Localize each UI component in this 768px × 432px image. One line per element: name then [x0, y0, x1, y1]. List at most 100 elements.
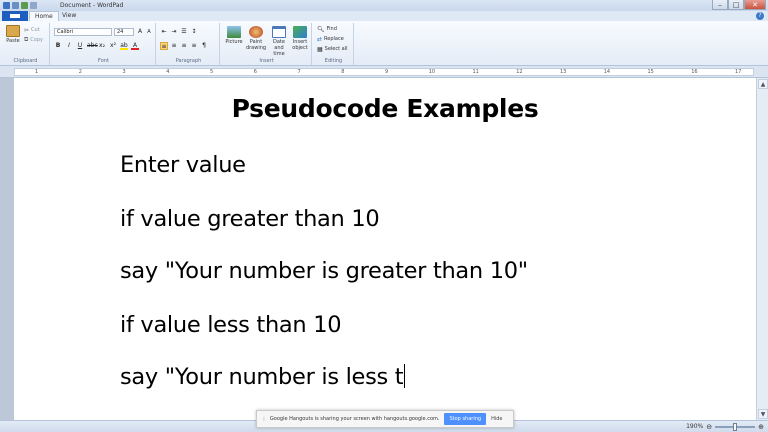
- calendar-icon: [272, 26, 286, 38]
- scroll-down-icon[interactable]: ▼: [758, 409, 768, 419]
- ruler-tick: 13: [560, 69, 567, 75]
- document-area: Pseudocode Examples Enter value if value…: [0, 78, 768, 420]
- find-button[interactable]: 🔍︎ Find: [317, 25, 337, 33]
- italic-button[interactable]: I: [65, 42, 73, 50]
- ruler-tick: 1: [35, 69, 39, 75]
- insert-group-label: Insert: [259, 58, 274, 64]
- document-line: if value greater than 10: [120, 206, 380, 232]
- picture-icon: [227, 26, 241, 38]
- document-heading: Pseudocode Examples: [231, 94, 539, 123]
- select-all-label: Select all: [324, 46, 348, 52]
- picture-button[interactable]: Picture: [224, 26, 244, 45]
- grow-font-icon[interactable]: A: [136, 28, 144, 36]
- ruler-tick: 12: [516, 69, 523, 75]
- replace-icon: ⇄: [317, 35, 323, 43]
- line-spacing-icon[interactable]: ↕: [190, 28, 198, 36]
- ruler-tick: 14: [603, 69, 611, 75]
- strikethrough-icon[interactable]: abc: [87, 42, 98, 50]
- paste-icon: [6, 25, 20, 37]
- underline-button[interactable]: U: [76, 42, 84, 50]
- ribbon: Paste ✂ Cut ⧉ Copy Clipboard Calibri 24 …: [0, 21, 768, 66]
- replace-button[interactable]: ⇄ Replace: [317, 35, 344, 43]
- insert-object-icon: [293, 26, 307, 38]
- text-cursor: [404, 364, 406, 388]
- hide-button[interactable]: Hide: [491, 416, 502, 422]
- find-icon: 🔍︎: [317, 25, 325, 33]
- insert-object-button[interactable]: Insert object: [290, 26, 310, 51]
- stop-sharing-button[interactable]: Stop sharing: [444, 413, 487, 425]
- align-left-icon[interactable]: ≡: [160, 42, 168, 50]
- document-line: say "Your number is less t: [120, 364, 406, 390]
- drag-handle-icon[interactable]: ⁞: [263, 416, 265, 423]
- paint-drawing-button[interactable]: Paint drawing: [245, 26, 267, 51]
- help-icon[interactable]: ?: [756, 12, 764, 20]
- align-right-icon[interactable]: ≡: [180, 42, 188, 50]
- font-color-icon[interactable]: A: [131, 42, 139, 50]
- ruler-tick: 11: [472, 69, 479, 75]
- insert-object-label: Insert object: [292, 39, 308, 51]
- ruler-tick: 16: [691, 69, 698, 75]
- shrink-font-icon[interactable]: A: [145, 28, 153, 36]
- minimize-button[interactable]: –: [712, 0, 728, 10]
- ruler-tick: 3: [122, 69, 126, 75]
- paint-drawing-icon: [249, 26, 263, 38]
- justify-icon[interactable]: ≡: [190, 42, 198, 50]
- vertical-scrollbar[interactable]: ▲ ▼: [756, 78, 768, 420]
- tab-home[interactable]: Home: [29, 11, 59, 21]
- cut-button[interactable]: ✂ Cut: [24, 26, 40, 34]
- date-time-button[interactable]: Date and time: [268, 26, 290, 57]
- superscript-icon[interactable]: x²: [109, 42, 117, 50]
- clipboard-group: Paste ✂ Cut ⧉ Copy Clipboard: [2, 23, 50, 65]
- font-family-select[interactable]: Calibri: [54, 28, 112, 36]
- ruler-tick: 6: [253, 69, 257, 75]
- zoom-control: 190% ⊖ ⊕: [686, 422, 764, 431]
- paragraph-group: ⇤ ⇥ ☰ ↕ ≡ ≡ ≡ ≡ ¶ Paragraph: [158, 23, 220, 65]
- maximize-button[interactable]: □: [728, 0, 744, 10]
- document-line: if value less than 10: [120, 312, 342, 338]
- highlight-icon[interactable]: ab: [120, 42, 128, 50]
- close-button[interactable]: ✕: [744, 0, 766, 10]
- paragraph-group-label: Paragraph: [175, 58, 202, 64]
- font-group-label: Font: [98, 58, 109, 64]
- file-menu-button[interactable]: [2, 11, 28, 21]
- date-time-label: Date and time: [273, 39, 285, 57]
- select-all-button[interactable]: ▦ Select all: [317, 45, 348, 53]
- copy-button[interactable]: ⧉ Copy: [24, 36, 43, 44]
- paragraph-row-1: ⇤ ⇥ ☰ ↕: [160, 28, 198, 36]
- ruler-tick: 4: [166, 69, 170, 75]
- font-group: Calibri 24 A A B I U abc x₂ x² ab A Font: [52, 23, 156, 65]
- zoom-slider-thumb[interactable]: [733, 422, 738, 431]
- bold-button[interactable]: B: [54, 42, 62, 50]
- document-line-text: if value less than 10: [120, 312, 342, 338]
- paste-button[interactable]: Paste: [4, 25, 22, 44]
- window-title: Document - WordPad: [60, 2, 124, 9]
- font-format-row: B I U abc x₂ x² ab A: [54, 42, 139, 50]
- insert-group: Picture Paint drawing Date and time Inse…: [222, 23, 312, 65]
- font-size-select[interactable]: 24: [114, 28, 134, 36]
- bullets-icon[interactable]: ☰: [180, 28, 188, 36]
- replace-label: Replace: [324, 36, 344, 42]
- tab-view[interactable]: View: [57, 11, 81, 21]
- ruler[interactable]: 1 2 3 4 5 6 7 8 9 10 11 12 13 14 15 16 17: [0, 66, 768, 78]
- copy-label: Copy: [30, 37, 43, 43]
- increase-indent-icon[interactable]: ⇥: [170, 28, 178, 36]
- align-center-icon[interactable]: ≡: [170, 42, 178, 50]
- zoom-slider[interactable]: [715, 422, 756, 431]
- editing-group: 🔍︎ Find ⇄ Replace ▦ Select all Editing: [314, 23, 354, 65]
- ruler-tick: 17: [735, 69, 742, 75]
- paragraph-settings-icon[interactable]: ¶: [200, 42, 208, 50]
- document-line: say "Your number is greater than 10": [120, 258, 528, 284]
- ruler-tick: 9: [385, 69, 389, 75]
- paste-label: Paste: [6, 38, 20, 44]
- ruler-tick: 8: [341, 69, 345, 75]
- editing-group-label: Editing: [324, 58, 343, 64]
- scroll-up-icon[interactable]: ▲: [758, 79, 768, 89]
- scissors-icon: ✂: [24, 26, 30, 34]
- clipboard-group-label: Clipboard: [13, 58, 38, 64]
- zoom-out-icon[interactable]: ⊖: [706, 423, 712, 431]
- zoom-in-icon[interactable]: ⊕: [758, 423, 764, 431]
- paint-drawing-label: Paint drawing: [245, 39, 267, 51]
- subscript-icon[interactable]: x₂: [98, 42, 106, 50]
- document-page[interactable]: Pseudocode Examples Enter value if value…: [14, 78, 756, 420]
- decrease-indent-icon[interactable]: ⇤: [160, 28, 168, 36]
